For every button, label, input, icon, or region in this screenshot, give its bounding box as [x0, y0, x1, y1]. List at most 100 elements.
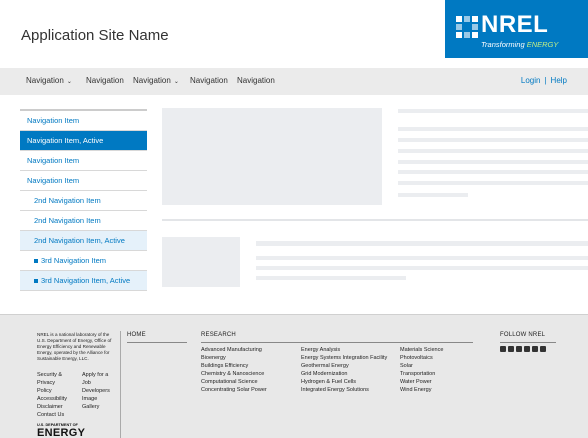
- footer-link[interactable]: Disclaimer: [37, 403, 67, 411]
- help-link[interactable]: Help: [551, 76, 567, 85]
- footer-links-col2: Apply for a Job Developers Image Gallery: [82, 371, 110, 411]
- footer-heading-rule: [500, 342, 556, 343]
- footer-link[interactable]: Security &: [37, 371, 67, 379]
- sidebar-item-label: 2nd Navigation Item: [34, 216, 101, 225]
- doe-logo[interactable]: U.S. DEPARTMENT OF ENERGY: [37, 423, 87, 438]
- research-links-col3: Materials Science Photovoltaics Solar Tr…: [400, 346, 443, 395]
- text-line-placeholder: [256, 276, 406, 280]
- text-line-placeholder: [256, 241, 588, 246]
- footer-link[interactable]: Developers: [82, 387, 110, 395]
- sidebar-item-label: 2nd Navigation Item: [34, 196, 101, 205]
- research-link[interactable]: Wind Energy: [400, 386, 443, 394]
- sidebar-item-label: Navigation Item: [27, 156, 80, 165]
- footer-link[interactable]: Gallery: [82, 403, 110, 411]
- text-line-placeholder: [398, 193, 468, 197]
- nav-item-label: Navigation: [26, 76, 64, 85]
- sidebar-item[interactable]: Navigation Item: [20, 171, 147, 191]
- chevron-down-icon: ⌄: [66, 79, 72, 85]
- chevron-down-icon: ⌄: [173, 79, 179, 85]
- linkedin-icon[interactable]: [532, 346, 538, 352]
- facebook-icon[interactable]: [500, 346, 506, 352]
- nav-item-1[interactable]: Navigation ⌄: [26, 76, 72, 85]
- content-divider: [162, 219, 588, 221]
- research-link[interactable]: Concentrating Solar Power: [201, 386, 267, 394]
- social-links: [500, 346, 546, 352]
- text-line-placeholder: [398, 170, 588, 174]
- youtube-icon[interactable]: [524, 346, 530, 352]
- login-link[interactable]: Login: [521, 76, 541, 85]
- footer-link[interactable]: Job: [82, 379, 110, 387]
- nrel-logo[interactable]: NREL Transforming ENERGY: [445, 0, 588, 58]
- text-line-placeholder: [398, 149, 588, 153]
- main-navbar: Navigation ⌄ Navigation Navigation ⌄ Navig…: [0, 68, 588, 95]
- sidebar-subitem[interactable]: 2nd Navigation Item: [20, 191, 147, 211]
- footer-link[interactable]: Policy: [37, 387, 67, 395]
- nav-item-4[interactable]: Navigation: [190, 76, 228, 85]
- research-link[interactable]: Transportation: [400, 370, 443, 378]
- nrel-logo-mark-icon: [456, 16, 478, 38]
- footer-link[interactable]: Accessibility: [37, 395, 67, 403]
- content-image-placeholder: [162, 237, 240, 287]
- research-link[interactable]: Energy Systems Integration Facility: [301, 354, 387, 362]
- header: Application Site Name NREL Transforming …: [0, 0, 588, 68]
- footer-links-col1: Security & Privacy Policy Accessibility …: [37, 371, 67, 419]
- research-links-col2: Energy Analysis Energy Systems Integrati…: [301, 346, 387, 395]
- footer-follow-heading: FOLLOW NREL: [500, 332, 546, 338]
- nav-item-label: Navigation: [86, 76, 124, 85]
- nav-item-3[interactable]: Navigation ⌄: [133, 76, 179, 85]
- research-link[interactable]: Photovoltaics: [400, 354, 443, 362]
- sidebar-subitem[interactable]: 2nd Navigation Item: [20, 211, 147, 231]
- twitter-icon[interactable]: [516, 346, 522, 352]
- research-links-col1: Advanced Manufacturing Bioenergy Buildin…: [201, 346, 267, 395]
- research-link[interactable]: Integrated Energy Solutions: [301, 386, 387, 394]
- research-link[interactable]: Geothermal Energy: [301, 362, 387, 370]
- research-link[interactable]: Water Power: [400, 378, 443, 386]
- sidebar-item-active[interactable]: Navigation Item, Active: [20, 131, 147, 151]
- research-link[interactable]: Computational Science: [201, 378, 267, 386]
- email-icon[interactable]: [508, 346, 514, 352]
- sidebar-subsubitem[interactable]: 3rd Navigation Item: [20, 251, 147, 271]
- instagram-icon[interactable]: [540, 346, 546, 352]
- sidebar-nav: Navigation Item Navigation Item, Active …: [20, 109, 147, 291]
- research-link[interactable]: Buildings Efficiency: [201, 362, 267, 370]
- sidebar-item-label: 3rd Navigation Item: [41, 256, 107, 265]
- text-line-placeholder: [398, 160, 588, 164]
- logo-text: NREL: [481, 11, 549, 38]
- site-name[interactable]: Application Site Name: [21, 27, 169, 44]
- research-link[interactable]: Advanced Manufacturing: [201, 346, 267, 354]
- text-line-placeholder: [256, 266, 588, 270]
- content-image-placeholder: [162, 108, 382, 205]
- utility-separator: |: [544, 76, 547, 85]
- text-line-placeholder: [398, 138, 588, 142]
- research-link[interactable]: Materials Science: [400, 346, 443, 354]
- text-line-placeholder: [256, 256, 588, 260]
- square-bullet-icon: [34, 259, 38, 264]
- sidebar-item-label: 2nd Navigation Item, Active: [34, 236, 125, 245]
- footer-link[interactable]: Privacy: [37, 379, 67, 387]
- logo-tagline-accent: ENERGY: [526, 40, 559, 49]
- sidebar-item[interactable]: Navigation Item: [20, 151, 147, 171]
- research-link[interactable]: Grid Modernization: [301, 370, 387, 378]
- sidebar-subitem-active[interactable]: 2nd Navigation Item, Active: [20, 231, 147, 251]
- text-line-placeholder: [398, 127, 588, 131]
- sidebar-item-label: Navigation Item: [27, 176, 80, 185]
- research-link[interactable]: Bioenergy: [201, 354, 267, 362]
- research-link[interactable]: Hydrogen & Fuel Cells: [301, 378, 387, 386]
- nav-item-label: Navigation: [190, 76, 228, 85]
- research-link[interactable]: Energy Analysis: [301, 346, 387, 354]
- nav-item-5[interactable]: Navigation: [237, 76, 275, 85]
- footer: NREL is a national laboratory of the U.S…: [0, 314, 588, 438]
- footer-home-link[interactable]: HOME: [127, 332, 146, 338]
- sidebar-subsubitem-active[interactable]: 3rd Navigation Item, Active: [20, 271, 147, 291]
- doe-logo-big-text: ENERGY: [37, 427, 86, 438]
- research-link[interactable]: Solar: [400, 362, 443, 370]
- footer-heading-rule: [201, 342, 473, 343]
- nav-item-2[interactable]: Navigation: [86, 76, 124, 85]
- footer-heading-rule: [127, 342, 187, 343]
- footer-link[interactable]: Apply for a: [82, 371, 110, 379]
- research-link[interactable]: Chemistry & Nanoscience: [201, 370, 267, 378]
- nav-item-label: Navigation: [237, 76, 275, 85]
- footer-link[interactable]: Image: [82, 395, 110, 403]
- footer-link[interactable]: Contact Us: [37, 411, 67, 419]
- sidebar-item[interactable]: Navigation Item: [20, 111, 147, 131]
